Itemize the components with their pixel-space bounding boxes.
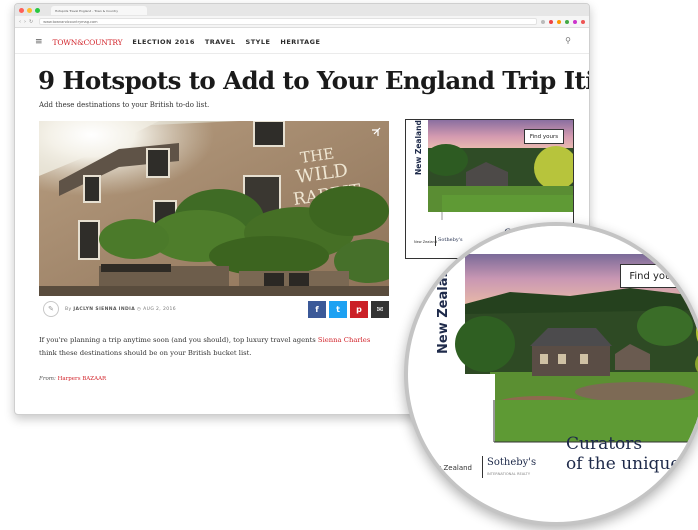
- from-label: From:: [39, 376, 56, 382]
- browser-tab[interactable]: Hotspots Travel England - Town & Country: [51, 5, 147, 15]
- source-link[interactable]: Harpers BAZAAR: [58, 376, 107, 382]
- find-yours-button[interactable]: Find yours: [620, 264, 690, 288]
- minimize-window-icon[interactable]: [27, 7, 32, 13]
- browser-toolbar: ‹ › ↻ www.townandcountrymag.com: [15, 16, 589, 28]
- bookmark-star-icon[interactable]: [541, 19, 545, 24]
- magnifier-zoom-ad: New Zealand Find yours New Zealand Sothe…: [404, 222, 698, 526]
- nav-link-heritage[interactable]: HERITAGE: [280, 38, 320, 46]
- share-buttons: f t p ✉: [305, 301, 389, 318]
- extension-icon[interactable]: [581, 19, 585, 24]
- forward-icon[interactable]: ›: [24, 19, 26, 25]
- facebook-share-button[interactable]: f: [308, 301, 326, 318]
- close-window-icon[interactable]: [19, 7, 24, 13]
- byline: By JACLYN SIENNA INDIA ◷ AUG 2, 2016: [65, 307, 176, 312]
- hamburger-icon[interactable]: ≡: [35, 37, 43, 47]
- maximize-window-icon[interactable]: [35, 7, 40, 13]
- byline-row: ✎ By JACLYN SIENNA INDIA ◷ AUG 2, 2016 f…: [39, 297, 389, 321]
- sienna-charles-link[interactable]: Sienna Charles: [318, 336, 370, 344]
- ad-zoomed[interactable]: New Zealand Find yours New Zealand Sothe…: [420, 226, 698, 514]
- hero-image[interactable]: THE WILD RABBIT: [39, 121, 389, 296]
- nav-link-travel[interactable]: TRAVEL: [205, 38, 236, 46]
- pinterest-share-button[interactable]: p: [350, 301, 368, 318]
- ad-region-label-small: New Zealand: [414, 120, 423, 175]
- ad-tagline-line-2: of the unique: [566, 454, 681, 475]
- back-icon[interactable]: ‹: [19, 19, 21, 25]
- publish-date: AUG 2, 2016: [143, 306, 177, 312]
- article-headline: 9 Hotspots to Add to Your England Trip I…: [38, 66, 589, 95]
- ad-tagline: Curators of the unique: [566, 434, 680, 474]
- ad-brand-divider: [482, 456, 483, 478]
- source-credit: From: Harpers BAZAAR: [39, 376, 106, 382]
- browser-tab-strip: Hotspots Travel England - Town & Country: [15, 4, 589, 16]
- twitter-share-button[interactable]: t: [329, 301, 347, 318]
- sothebys-logo: Sotheby's: [487, 457, 537, 468]
- nav-link-style[interactable]: STYLE: [246, 38, 271, 46]
- extension-icon[interactable]: [549, 19, 553, 24]
- nav-link-election[interactable]: ELECTION 2016: [132, 38, 194, 46]
- site-navigation: ≡ TOWN&COUNTRY ELECTION 2016 TRAVEL STYL…: [15, 31, 589, 54]
- extension-icon[interactable]: [557, 19, 561, 24]
- address-bar[interactable]: www.townandcountrymag.com: [39, 18, 537, 25]
- ad-region-label: New Zealand: [436, 258, 451, 354]
- ad-brand-region: New Zealand: [426, 464, 472, 472]
- search-icon[interactable]: ⚲: [565, 36, 571, 45]
- body-text-2: think these destinations should be on yo…: [39, 349, 252, 357]
- site-logo[interactable]: TOWN&COUNTRY: [53, 38, 123, 47]
- byline-prefix: By: [65, 306, 72, 312]
- ad-cta-button-small[interactable]: Find yours: [524, 129, 564, 144]
- user-icon: ✎: [43, 301, 59, 317]
- article-dek: Add these destinations to your British t…: [39, 101, 210, 109]
- author-link[interactable]: JACLYN SIENNA INDIA: [73, 307, 135, 312]
- extension-icon[interactable]: [573, 19, 577, 24]
- extension-icon[interactable]: [565, 19, 569, 24]
- ad-tagline-line-1: Curators: [566, 434, 643, 454]
- sothebys-subtitle: INTERNATIONAL REALTY: [487, 472, 531, 476]
- clock-icon: ◷: [136, 306, 142, 312]
- email-share-button[interactable]: ✉: [371, 301, 389, 318]
- article-body: If you're planning a trip anytime soon (…: [39, 334, 375, 360]
- body-text-1: If you're planning a trip anytime soon (…: [39, 336, 318, 344]
- reload-icon[interactable]: ↻: [29, 19, 33, 25]
